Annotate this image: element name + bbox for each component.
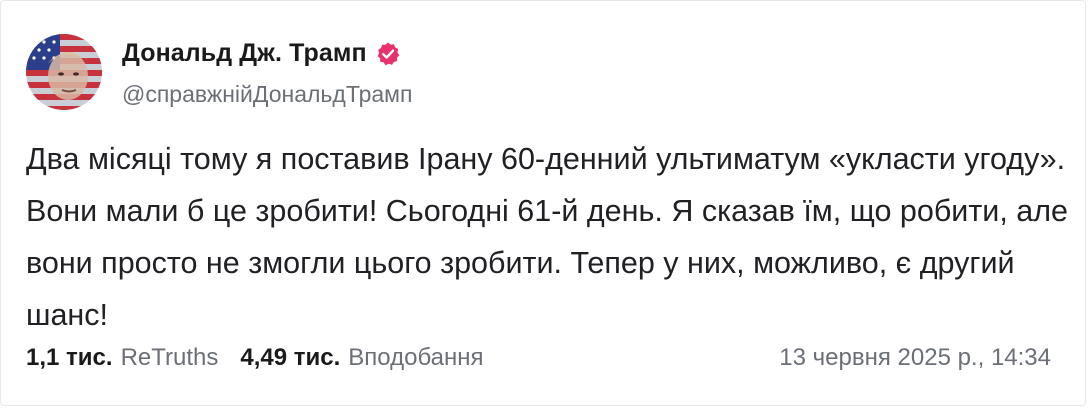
post-card: Дональд Дж. Трамп @справжнійДональдТрамп… bbox=[0, 0, 1086, 406]
retruths-count: 1,1 тис. bbox=[26, 344, 113, 371]
author-row: Дональд Дж. Трамп bbox=[122, 39, 401, 68]
author-name[interactable]: Дональд Дж. Трамп bbox=[122, 39, 367, 68]
post-stats: 1,1 тис. ReTruths 4,49 тис. Вподобання bbox=[26, 344, 484, 372]
avatar-image bbox=[26, 34, 102, 110]
likes-count: 4,49 тис. bbox=[240, 344, 341, 371]
post-timestamp[interactable]: 13 червня 2025 р., 14:34 bbox=[779, 344, 1051, 372]
post-text: Два місяці тому я поставив Ірану 60-денн… bbox=[26, 142, 1069, 332]
author-handle[interactable]: @справжнійДональдТрамп bbox=[122, 81, 412, 108]
likes-label[interactable]: Вподобання bbox=[348, 344, 483, 372]
retruths-label[interactable]: ReTruths bbox=[121, 344, 219, 372]
verified-badge-icon bbox=[377, 42, 399, 65]
avatar[interactable] bbox=[26, 34, 102, 110]
